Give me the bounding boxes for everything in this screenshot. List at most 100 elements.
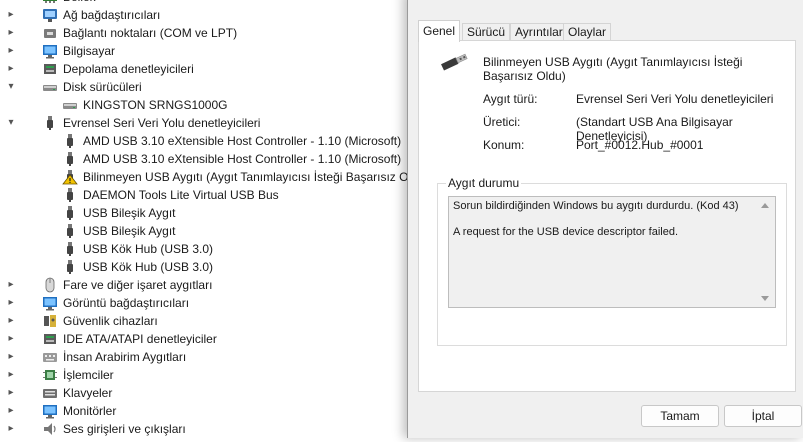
- status-line-1: Sorun bildirdiğinden Windows bu aygıtı d…: [453, 200, 739, 212]
- tree-item-label: Bilgisayar: [63, 44, 116, 58]
- ok-button[interactable]: Tamam: [641, 405, 719, 427]
- general-tab-panel: Bilinmeyen USB Aygıtı (Aygıt Tanımlayıcı…: [418, 40, 796, 392]
- status-line-2: A request for the USB device descriptor …: [453, 226, 679, 238]
- tree-item-label: Evrensel Seri Veri Yolu denetleyicileri: [63, 116, 261, 130]
- tree-item-label: Disk sürücüleri: [63, 80, 142, 94]
- chevron-down-icon[interactable]: ▾: [4, 78, 18, 96]
- disk-drive-icon: [42, 79, 58, 95]
- usb-icon: [42, 115, 58, 131]
- usb-icon: [62, 241, 78, 257]
- tab-general[interactable]: Genel: [418, 20, 461, 42]
- usb-icon: [62, 151, 78, 167]
- chevron-right-icon[interactable]: ▸: [4, 60, 18, 78]
- chevron-right-icon[interactable]: ▸: [4, 420, 18, 438]
- tree-item[interactable]: ▸ Depolama denetleyicileri: [0, 60, 420, 78]
- usb-icon: [62, 205, 78, 221]
- location-label: Konum:: [483, 138, 525, 152]
- tree-item[interactable]: ▸ Ağ bağdaştırıcıları: [0, 6, 420, 24]
- tree-item-label: Güvenlik cihazları: [63, 314, 158, 328]
- tree-item[interactable]: ▸ Monitörler: [0, 402, 420, 420]
- tree-item[interactable]: DAEMON Tools Lite Virtual USB Bus: [0, 186, 420, 204]
- storage-controller-icon: [42, 61, 58, 77]
- tree-item[interactable]: ▸ İşlemciler: [0, 366, 420, 384]
- chevron-right-icon[interactable]: ▸: [4, 276, 18, 294]
- cancel-button[interactable]: İptal: [724, 405, 802, 427]
- tab-events[interactable]: Olaylar: [563, 23, 612, 41]
- device-name: Bilinmeyen USB Aygıtı (Aygıt Tanımlayıcı…: [483, 55, 743, 83]
- usb-plug-icon: [437, 49, 473, 73]
- tree-item[interactable]: ▸ Görüntü bağdaştırıcıları: [0, 294, 420, 312]
- chevron-right-icon[interactable]: ▸: [4, 294, 18, 312]
- scroll-up-arrow-icon[interactable]: [761, 203, 769, 208]
- device-status-textbox[interactable]: Sorun bildirdiğinden Windows bu aygıtı d…: [448, 196, 776, 308]
- tree-item[interactable]: USB Kök Hub (USB 3.0): [0, 240, 420, 258]
- tree-item[interactable]: KINGSTON SRNGS1000G: [0, 96, 420, 114]
- tree-item-label: KINGSTON SRNGS1000G: [83, 98, 228, 112]
- storage-controller-icon: [42, 331, 58, 347]
- tree-item-label: Klavyeler: [63, 386, 113, 400]
- memory-icon: [42, 0, 58, 5]
- usb-icon: [62, 223, 78, 239]
- audio-icon: [42, 421, 58, 437]
- network-adapter-icon: [42, 7, 58, 23]
- tree-item-label: Görüntü bağdaştırıcıları: [63, 296, 190, 310]
- tree-item-label: Depolama denetleyicileri: [63, 62, 194, 76]
- tree-item[interactable]: ▸ IDE ATA/ATAPI denetleyiciler: [0, 330, 420, 348]
- chevron-right-icon[interactable]: ▸: [4, 6, 18, 24]
- tab-driver[interactable]: Sürücü: [462, 23, 511, 41]
- chevron-right-icon[interactable]: ▸: [4, 348, 18, 366]
- device-status-group: Aygıt durumu Sorun bildirdiğinden Window…: [437, 176, 787, 346]
- tab-details[interactable]: Ayrıntılar: [510, 23, 568, 41]
- tree-item-label: DAEMON Tools Lite Virtual USB Bus: [83, 188, 279, 202]
- manufacturer-label: Üretici:: [483, 115, 521, 129]
- tree-item-label: İşlemciler: [63, 368, 114, 382]
- device-status-caption: Aygıt durumu: [446, 176, 522, 190]
- port-icon: [42, 25, 58, 41]
- chevron-right-icon[interactable]: ▸: [4, 384, 18, 402]
- device-tree: ▸Bellek▸Ağ bağdaştırıcıları▸Bağlantı nok…: [0, 0, 428, 436]
- tree-item[interactable]: USB Bileşik Aygıt: [0, 222, 420, 240]
- monitor-icon: [42, 43, 58, 59]
- scroll-down-arrow-icon[interactable]: [761, 296, 769, 301]
- tree-item-label: Ses girişleri ve çıkışları: [63, 422, 186, 436]
- tree-item[interactable]: ▾ Evrensel Seri Veri Yolu denetleyicileri: [0, 114, 420, 132]
- tree-item[interactable]: ▸ Fare ve diğer işaret aygıtları: [0, 276, 420, 294]
- tree-item-label: İnsan Arabirim Aygıtları: [63, 350, 187, 364]
- tree-item-label: AMD USB 3.10 eXtensible Host Controller …: [83, 152, 402, 166]
- tree-item[interactable]: ▸ Ses girişleri ve çıkışları: [0, 420, 420, 438]
- tree-item-label: IDE ATA/ATAPI denetleyiciler: [63, 332, 217, 346]
- tree-item-label: USB Kök Hub (USB 3.0): [83, 260, 214, 274]
- tree-item[interactable]: USB Kök Hub (USB 3.0): [0, 258, 420, 276]
- tree-item[interactable]: ▸ Bilgisayar: [0, 42, 420, 60]
- location-value: Port_#0012.Hub_#0001: [576, 138, 704, 152]
- usb-icon: [62, 133, 78, 149]
- tree-item[interactable]: ▸ İnsan Arabirim Aygıtları: [0, 348, 420, 366]
- usb-icon: [62, 259, 78, 275]
- chevron-right-icon[interactable]: ▸: [4, 366, 18, 384]
- tree-item-label: Fare ve diğer işaret aygıtları: [63, 278, 213, 292]
- chevron-right-icon[interactable]: ▸: [4, 402, 18, 420]
- hid-icon: [42, 349, 58, 365]
- tree-item[interactable]: AMD USB 3.10 eXtensible Host Controller …: [0, 150, 420, 168]
- tree-item[interactable]: ▸ Güvenlik cihazları: [0, 312, 420, 330]
- chevron-right-icon[interactable]: ▸: [4, 24, 18, 42]
- tree-item-label: Bilinmeyen USB Aygıtı (Aygıt Tanımlayıcı…: [83, 170, 429, 184]
- tree-item[interactable]: ▾ Disk sürücüleri: [0, 78, 420, 96]
- device-type-value: Evrensel Seri Veri Yolu denetleyicileri: [576, 92, 774, 106]
- tree-item[interactable]: AMD USB 3.10 eXtensible Host Controller …: [0, 132, 420, 150]
- monitor-icon: [42, 295, 58, 311]
- security-device-icon: [42, 313, 58, 329]
- properties-dialog: Genel Sürücü Ayrıntılar Olaylar Bilinmey…: [407, 0, 803, 438]
- chevron-right-icon[interactable]: ▸: [4, 312, 18, 330]
- tree-item[interactable]: ▸ Klavyeler: [0, 384, 420, 402]
- usb-icon: [62, 187, 78, 203]
- chevron-down-icon[interactable]: ▾: [4, 114, 18, 132]
- tree-item[interactable]: Bilinmeyen USB Aygıtı (Aygıt Tanımlayıcı…: [0, 168, 428, 186]
- chevron-right-icon[interactable]: ▸: [4, 330, 18, 348]
- tree-item-label: Bağlantı noktaları (COM ve LPT): [63, 26, 238, 40]
- tree-item[interactable]: USB Bileşik Aygıt: [0, 204, 420, 222]
- tree-item[interactable]: ▸ Bağlantı noktaları (COM ve LPT): [0, 24, 420, 42]
- tree-item-label: AMD USB 3.10 eXtensible Host Controller …: [83, 134, 402, 148]
- device-type-label: Aygıt türü:: [483, 92, 538, 106]
- chevron-right-icon[interactable]: ▸: [4, 42, 18, 60]
